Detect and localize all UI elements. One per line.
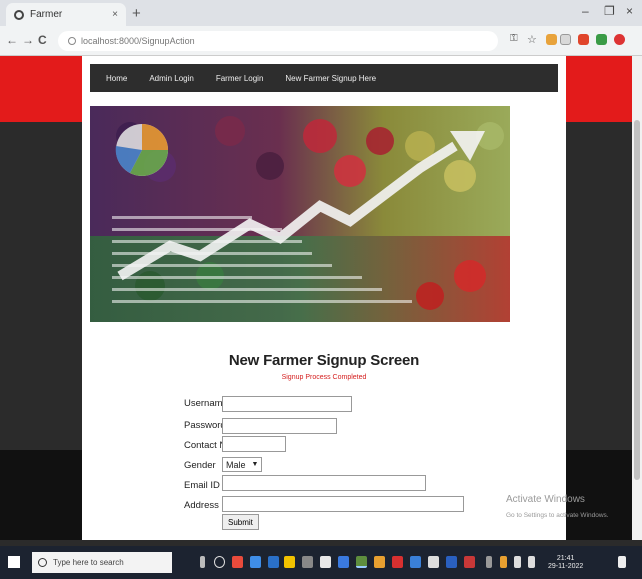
tab-close-icon[interactable]: ×	[112, 9, 118, 20]
key-icon[interactable]: ⚿	[510, 33, 518, 44]
browser-tab[interactable]: Farmer ×	[6, 3, 126, 26]
windows-start-icon[interactable]	[8, 556, 20, 568]
address-bar: ← → C localhost:8000/SignupAction ⚿ ☆	[0, 26, 642, 56]
taskbar-search-input[interactable]: Type here to search	[32, 552, 172, 573]
nav-admin-login[interactable]: Admin Login	[149, 74, 193, 83]
activate-windows-hint: Go to Settings to activate Windows.	[506, 512, 609, 519]
notification-icon[interactable]	[618, 556, 626, 568]
network-icon[interactable]	[514, 556, 521, 568]
volume-icon[interactable]	[528, 556, 535, 568]
extension-icon[interactable]	[560, 34, 571, 45]
system-tray-icon[interactable]	[500, 556, 507, 568]
url-input[interactable]: localhost:8000/SignupAction	[58, 31, 498, 51]
microphone-icon[interactable]	[200, 556, 205, 568]
minimize-button[interactable]: –	[582, 4, 589, 18]
browser-tab-bar: Farmer × + – ❐ ×	[0, 0, 642, 26]
pie-chart-graphic	[115, 124, 168, 176]
background-red-band	[0, 56, 82, 122]
extension-icon[interactable]	[578, 34, 589, 45]
star-icon[interactable]: ☆	[527, 33, 537, 46]
app-icon[interactable]	[356, 556, 367, 568]
banner-image	[90, 106, 510, 322]
status-message: Signup Process Completed	[281, 374, 367, 381]
extension-icon[interactable]	[546, 34, 557, 45]
scrollbar-thumb[interactable]	[634, 120, 640, 480]
info-icon	[68, 37, 76, 45]
clock-date: 29-11-2022	[548, 563, 584, 570]
windows-taskbar: Type here to search 21:41 29-11-2022	[0, 546, 642, 579]
forward-button[interactable]: →	[22, 33, 34, 47]
background-red-band	[566, 56, 642, 122]
password-label: Password	[184, 420, 226, 431]
submit-button[interactable]: Submit	[222, 514, 259, 530]
nav-farmer-login[interactable]: Farmer Login	[216, 74, 264, 83]
username-input[interactable]	[222, 396, 352, 412]
nav-home[interactable]: Home	[106, 74, 127, 83]
background-black-band	[0, 450, 82, 540]
search-icon	[38, 558, 47, 567]
gender-label: Gender	[184, 460, 216, 471]
reload-button[interactable]: C	[38, 33, 47, 47]
app-icon[interactable]	[268, 556, 279, 568]
app-icon[interactable]	[464, 556, 475, 568]
app-icon[interactable]	[392, 556, 403, 568]
chrome-icon[interactable]	[374, 556, 385, 568]
email-input[interactable]	[222, 475, 426, 491]
tab-title: Farmer	[30, 9, 63, 20]
app-icon[interactable]	[338, 556, 349, 568]
back-button[interactable]: ←	[6, 33, 18, 47]
app-icon[interactable]	[428, 556, 439, 568]
top-navigation: Home Admin Login Farmer Login New Farmer…	[90, 64, 558, 92]
app-icon[interactable]	[232, 556, 243, 568]
task-view-icon[interactable]	[214, 556, 225, 568]
profile-avatar[interactable]	[614, 34, 625, 45]
activate-windows-watermark: Activate Windows	[506, 494, 585, 505]
clock-time: 21:41	[556, 555, 575, 562]
chevron-down-icon: ▼	[251, 461, 259, 468]
app-icon[interactable]	[446, 556, 457, 568]
app-icon[interactable]	[302, 556, 313, 568]
extension-icon[interactable]	[596, 34, 607, 45]
system-tray-icon[interactable]	[486, 556, 492, 568]
address-input[interactable]	[222, 496, 464, 512]
app-icon[interactable]	[410, 556, 421, 568]
file-explorer-icon[interactable]	[284, 556, 295, 568]
address-label: Address	[184, 500, 219, 511]
gender-select[interactable]: Male ▼	[222, 457, 263, 472]
page-container: Home Admin Login Farmer Login New Farmer…	[82, 56, 566, 540]
url-text: localhost:8000/SignupAction	[81, 36, 195, 46]
taskbar-clock[interactable]: 21:41 29-11-2022	[548, 555, 583, 571]
app-icon[interactable]	[320, 556, 331, 568]
page-title: New Farmer Signup Screen	[228, 352, 420, 369]
nav-new-farmer-signup[interactable]: New Farmer Signup Here	[285, 74, 376, 83]
gender-selected-value: Male	[226, 459, 246, 470]
email-label: Email ID	[184, 480, 220, 491]
restore-button[interactable]: ❐	[604, 4, 615, 18]
globe-icon	[14, 9, 24, 20]
password-input[interactable]	[222, 418, 337, 434]
contact-input[interactable]	[222, 436, 286, 452]
edge-icon[interactable]	[250, 556, 261, 568]
close-window-button[interactable]: ×	[626, 4, 633, 18]
new-tab-button[interactable]: +	[132, 5, 141, 22]
search-placeholder: Type here to search	[53, 558, 124, 567]
